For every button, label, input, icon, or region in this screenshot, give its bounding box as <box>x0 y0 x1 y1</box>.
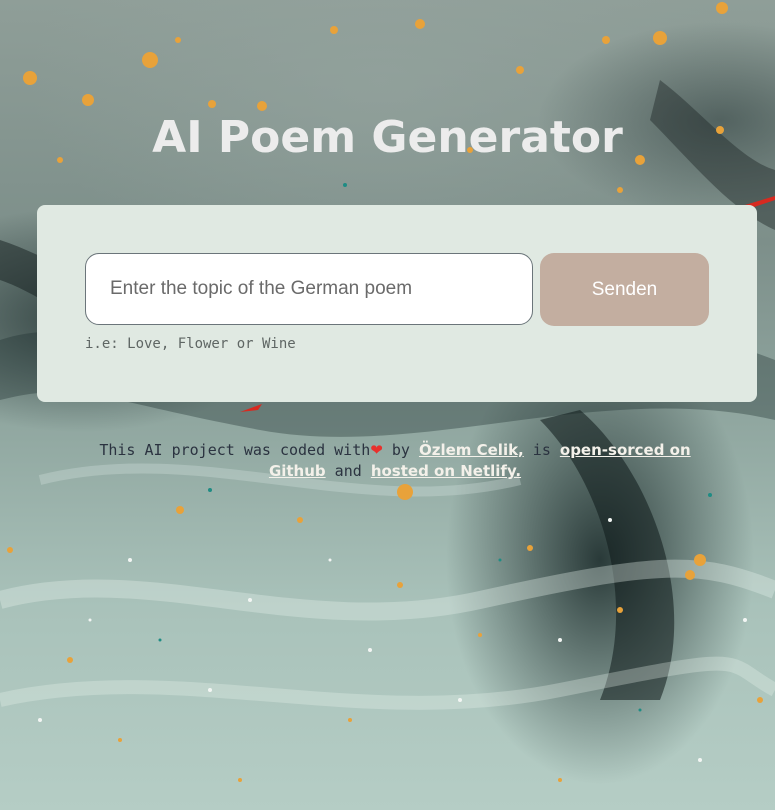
poem-form-card: Senden i.e: Love, Flower or Wine <box>37 205 757 402</box>
footer-text-by: by <box>382 441 419 459</box>
heart-icon: ❤ <box>370 441 383 459</box>
send-button[interactable]: Senden <box>540 253 709 326</box>
author-link[interactable]: Özlem Celik, <box>419 441 524 459</box>
footer-credits: This AI project was coded with❤ by Özlem… <box>90 440 700 482</box>
footer-text-coded: This AI project was coded with <box>99 441 371 459</box>
page-title: AI Poem Generator <box>152 112 623 163</box>
netlify-link[interactable]: hosted on Netlify. <box>371 462 521 480</box>
input-hint: i.e: Love, Flower or Wine <box>85 336 296 352</box>
footer-text-and: and <box>325 462 371 480</box>
footer-text-is: is <box>523 441 560 459</box>
topic-input[interactable] <box>85 253 533 325</box>
